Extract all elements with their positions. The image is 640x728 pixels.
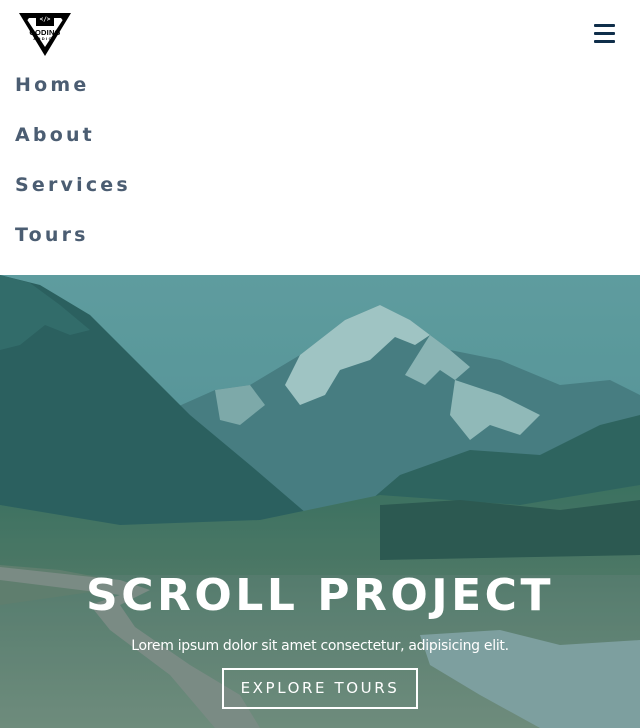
explore-tours-button[interactable]: EXPLORE TOURS [222,668,418,709]
nav-item-home: Home [0,60,640,110]
hero-text: Lorem ipsum dolor sit amet consectetur, … [131,638,509,654]
nav-item-tours: Tours [0,210,640,260]
nav-link-tours[interactable]: Tours [0,210,640,260]
logo-text-addict: ADDICT [33,36,57,41]
hero-banner: SCROLL PROJECT Lorem ipsum dolor sit ame… [0,568,640,709]
nav-link-about[interactable]: About [0,110,640,160]
logo[interactable]: </> CODING ADDICT [18,11,72,57]
hero: SCROLL PROJECT Lorem ipsum dolor sit ame… [0,275,640,728]
nav-links: Home About Services Tours [0,60,640,260]
nav-link-home[interactable]: Home [0,60,640,110]
navbar: </> CODING ADDICT Home About Services To… [0,0,640,275]
nav-link-services[interactable]: Services [0,160,640,210]
hero-title: SCROLL PROJECT [86,570,554,621]
hamburger-icon[interactable] [588,20,622,48]
logo-code-glyph: </> [39,16,51,23]
nav-item-about: About [0,110,640,160]
nav-item-services: Services [0,160,640,210]
